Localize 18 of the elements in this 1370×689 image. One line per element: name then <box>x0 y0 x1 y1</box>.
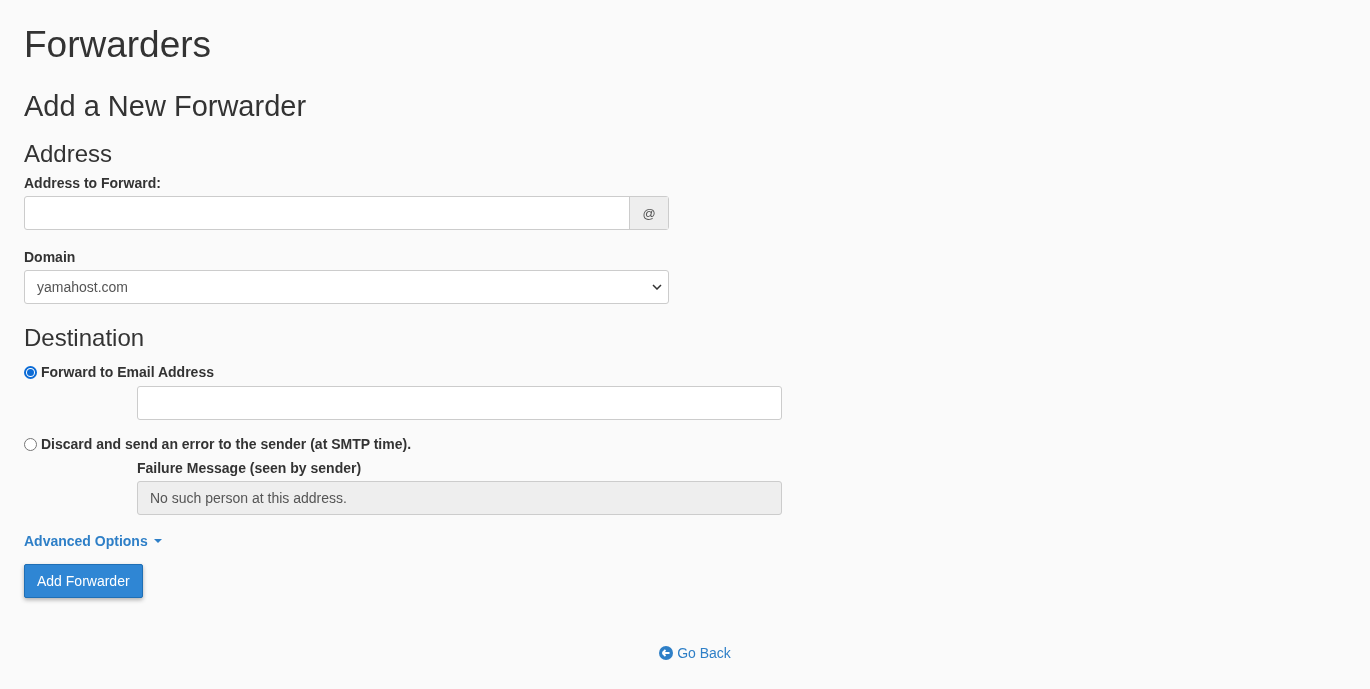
address-input-field[interactable]: @ <box>24 196 669 230</box>
domain-dropdown[interactable]: yamahost.com <box>24 270 669 304</box>
radio-button[interactable] <box>24 365 37 379</box>
form-heading: Add a New Forwarder <box>24 89 308 124</box>
advanced-options-link[interactable]: Advanced Options <box>24 533 162 549</box>
at-sign-addon: @ <box>629 197 668 229</box>
add-forwarder-button[interactable]: Add Forwarder <box>24 564 143 598</box>
radio-label[interactable]: Forward to Email Address <box>41 364 214 380</box>
go-back-link[interactable]: Go Back <box>659 645 731 661</box>
email-input-field[interactable] <box>137 386 782 420</box>
field-label: Failure Message (seen by sender) <box>137 460 363 476</box>
section-heading: Address <box>24 139 114 169</box>
section-heading: Destination <box>24 323 146 353</box>
field-label: Address to Forward: <box>24 175 162 191</box>
arrow-left-circle-icon <box>659 646 674 660</box>
page-title: Forwarders <box>24 23 213 67</box>
chevron-down-icon <box>652 284 662 290</box>
field-label: Domain <box>24 249 77 265</box>
